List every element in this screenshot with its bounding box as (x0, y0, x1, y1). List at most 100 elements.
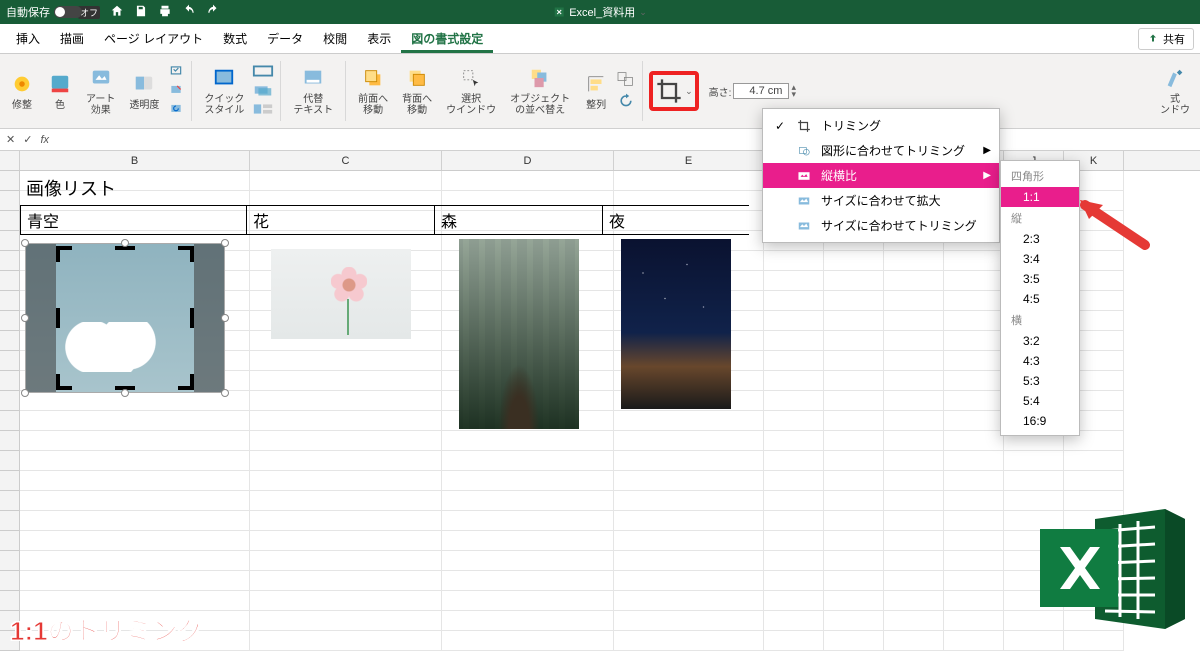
change-picture-icon[interactable] (167, 83, 185, 100)
crop-handles[interactable] (26, 244, 224, 392)
aspect-item[interactable]: 3:4 (1001, 249, 1079, 269)
align-button[interactable]: 整列 (578, 70, 614, 113)
table-header-cell[interactable]: 夜 (603, 206, 749, 235)
aspect-item-1-1[interactable]: 1:1 (1001, 187, 1079, 207)
height-input[interactable]: 4.7 cm (733, 83, 789, 99)
redo-icon[interactable] (206, 4, 220, 21)
annotation-arrow (1075, 195, 1155, 260)
artistic-effects-button[interactable]: アート 効果 (80, 64, 121, 118)
submenu-arrow-icon: ▶ (983, 145, 991, 156)
picture-layout-icon[interactable] (252, 102, 274, 119)
list-title-cell[interactable]: 画像リスト (20, 171, 749, 205)
crop-menu-trim[interactable]: ✓ トリミング (763, 113, 999, 138)
bring-forward-button[interactable]: 前面へ 移動 (352, 64, 394, 118)
group-icon[interactable] (616, 71, 636, 90)
crop-icon (655, 77, 683, 105)
height-label: 高さ: (709, 84, 732, 99)
bring-forward-icon (361, 66, 385, 90)
transparency-button[interactable]: 透明度 (123, 70, 165, 113)
confirm-icon[interactable]: ✓ (23, 133, 32, 146)
format-pane-button[interactable]: 式 ンドウ (1154, 64, 1196, 118)
ribbon-tabs: 挿入 描画 ページ レイアウト 数式 データ 校閲 表示 図の書式設定 共有 (0, 24, 1200, 54)
table-header-cell[interactable]: 森 (435, 206, 603, 235)
quick-styles-button[interactable]: クイック スタイル (198, 64, 250, 118)
tab-data[interactable]: データ (257, 24, 313, 53)
aspect-item[interactable]: 4:5 (1001, 289, 1079, 309)
crop-menu-fill-size[interactable]: サイズに合わせてトリミング (763, 213, 999, 238)
tab-draw[interactable]: 描画 (50, 24, 94, 53)
col-header[interactable]: B (20, 151, 250, 170)
toggle-switch[interactable] (54, 6, 82, 18)
aspect-item[interactable]: 4:3 (1001, 351, 1079, 371)
tab-picture-format[interactable]: 図の書式設定 (401, 24, 493, 53)
crop-icon (795, 118, 813, 134)
reset-picture-icon[interactable] (167, 102, 185, 119)
format-pane-icon (1163, 66, 1187, 90)
tab-formulas[interactable]: 数式 (213, 24, 257, 53)
undo-icon[interactable] (182, 4, 196, 21)
crop-dropdown-icon[interactable]: ⌄ (685, 86, 693, 97)
tab-view[interactable]: 表示 (357, 24, 401, 53)
group-rotate-stack (616, 71, 636, 111)
crop-button[interactable]: ⌄ (649, 71, 699, 111)
tab-insert[interactable]: 挿入 (6, 24, 50, 53)
table-header-cell[interactable]: 青空 (21, 206, 247, 235)
excel-file-icon (553, 6, 565, 18)
table-header-cell[interactable]: 花 (247, 206, 435, 235)
reorder-icon (528, 66, 552, 90)
home-icon[interactable] (110, 4, 124, 21)
tab-review[interactable]: 校閲 (313, 24, 357, 53)
corrections-button[interactable]: 修整 (4, 70, 40, 113)
picture-style-stack (252, 64, 274, 119)
crop-menu-fit-shape[interactable]: 図形に合わせてトリミング ▶ (763, 138, 999, 163)
aspect-section-square: 四角形 (1001, 165, 1079, 187)
color-icon (48, 72, 72, 96)
cancel-icon[interactable]: ✕ (6, 133, 15, 146)
col-header[interactable]: D (442, 151, 614, 170)
picture-effects-icon[interactable] (252, 83, 274, 100)
share-button[interactable]: 共有 (1138, 28, 1194, 50)
submenu-arrow-icon: ▶ (983, 170, 991, 181)
col-header[interactable]: E (614, 151, 764, 170)
aspect-item[interactable]: 3:5 (1001, 269, 1079, 289)
crop-menu-aspect-ratio[interactable]: 縦横比 ▶ (763, 163, 999, 188)
print-icon[interactable] (158, 4, 172, 21)
tab-page-layout[interactable]: ページ レイアウト (94, 24, 213, 53)
fx-label[interactable]: fx (40, 134, 49, 146)
crop-menu-fit-size[interactable]: サイズに合わせて拡大 (763, 188, 999, 213)
title-chevron-icon[interactable]: ⌄ (639, 7, 647, 18)
annotation-text: 1:1のトリミング (10, 611, 204, 648)
aspect-item[interactable]: 5:3 (1001, 371, 1079, 391)
image-sky[interactable] (25, 243, 225, 393)
autosave-label: 自動保存 (6, 4, 50, 20)
image-night[interactable] (621, 239, 731, 409)
height-stepper[interactable]: ▴▾ (791, 84, 796, 98)
picture-border-icon[interactable] (252, 64, 274, 81)
share-icon (1147, 33, 1159, 45)
aspect-item[interactable]: 2:3 (1001, 229, 1079, 249)
ribbon: 修整 色 アート 効果 透明度 クイック スタイル 代替 テキスト 前面へ 移動… (0, 54, 1200, 129)
title-bar: 自動保存 オフ Excel_資料用 ⌄ (0, 0, 1200, 24)
save-icon[interactable] (134, 4, 148, 21)
alt-text-button[interactable]: 代替 テキスト (287, 64, 339, 118)
compress-icon[interactable] (167, 64, 185, 81)
excel-logo (1040, 499, 1190, 644)
selection-pane-button[interactable]: 選択 ウインドウ (440, 64, 502, 118)
autosave-toggle[interactable]: 自動保存 オフ (6, 4, 100, 20)
height-control: 高さ: 4.7 cm ▴▾ (709, 83, 796, 99)
alt-text-icon (301, 66, 325, 90)
formula-bar: ✕ ✓ fx (0, 129, 1200, 151)
col-header[interactable]: C (250, 151, 442, 170)
aspect-item[interactable]: 5:4 (1001, 391, 1079, 411)
aspect-item[interactable]: 3:2 (1001, 331, 1079, 351)
check-icon: ✓ (773, 119, 787, 133)
image-flower[interactable] (271, 249, 411, 339)
document-title: Excel_資料用 ⌄ (553, 4, 647, 20)
aspect-item[interactable]: 16:9 (1001, 411, 1079, 431)
reorder-objects-button[interactable]: オブジェクト の並べ替え (504, 64, 576, 118)
rotate-icon[interactable] (616, 92, 636, 111)
color-button[interactable]: 色 (42, 70, 78, 113)
send-backward-button[interactable]: 背面へ 移動 (396, 64, 438, 118)
image-forest[interactable] (459, 239, 579, 429)
crop-menu: ✓ トリミング 図形に合わせてトリミング ▶ 縦横比 ▶ サイズに合わせて拡大 … (762, 108, 1000, 243)
